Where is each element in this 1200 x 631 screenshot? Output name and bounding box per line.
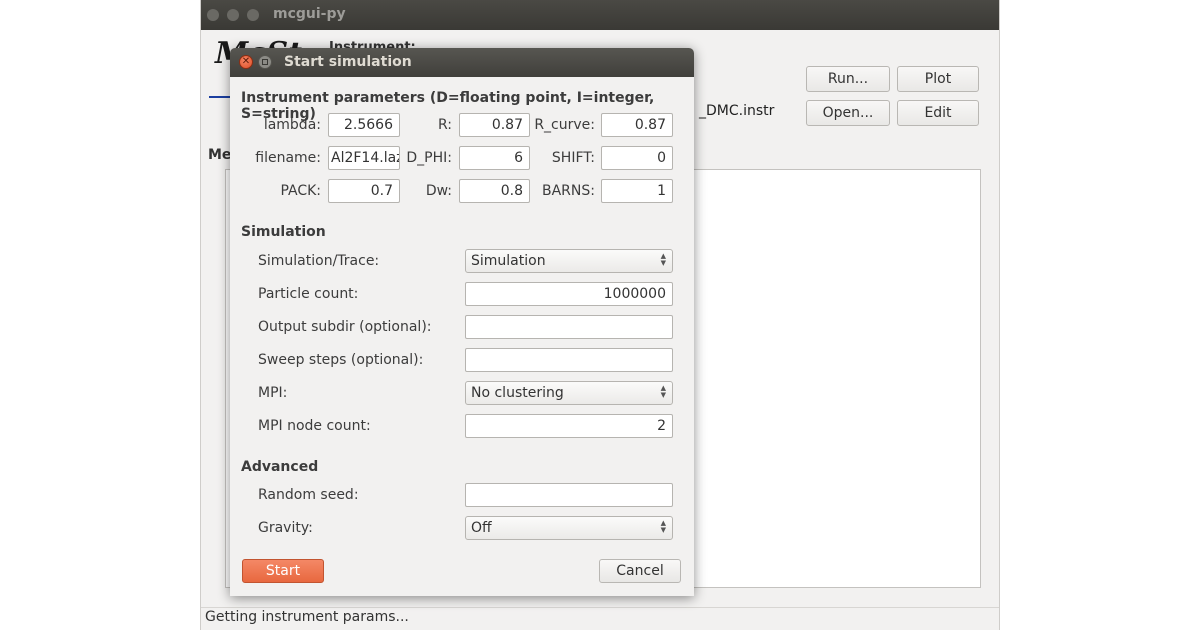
gravity-combo[interactable]: Off ▲ ▼ bbox=[465, 516, 673, 540]
param-label-r-curve: R_curve: bbox=[534, 117, 595, 133]
particle-count-label: Particle count: bbox=[258, 286, 359, 302]
instrument-file-name: _DMC.instr bbox=[699, 103, 775, 119]
minimize-icon[interactable] bbox=[227, 9, 239, 21]
output-subdir-input[interactable] bbox=[465, 315, 673, 339]
param-label-d-phi: D_PHI: bbox=[406, 150, 452, 166]
edit-button[interactable]: Edit bbox=[897, 100, 979, 126]
particle-count-input[interactable]: 1000000 bbox=[465, 282, 673, 306]
close-icon[interactable]: ✕ bbox=[239, 55, 253, 69]
mpi-node-count-label: MPI node count: bbox=[258, 418, 371, 434]
plot-button[interactable]: Plot bbox=[897, 66, 979, 92]
start-button[interactable]: Start bbox=[242, 559, 324, 583]
param-field-barns[interactable]: 1 bbox=[601, 179, 673, 203]
sim-trace-combo[interactable]: Simulation ▲ ▼ bbox=[465, 249, 673, 273]
param-label-filename: filename: bbox=[255, 150, 321, 166]
param-field-dw[interactable]: 0.8 bbox=[459, 179, 530, 203]
param-field-r[interactable]: 0.87 bbox=[459, 113, 530, 137]
param-label-dw: Dw: bbox=[425, 183, 452, 199]
maximize-icon[interactable] bbox=[258, 55, 272, 69]
param-field-lambda[interactable]: 2.5666 bbox=[328, 113, 400, 137]
param-label-r: R: bbox=[437, 117, 452, 133]
param-label-barns: BARNS: bbox=[542, 183, 595, 199]
gravity-label: Gravity: bbox=[258, 520, 313, 536]
random-seed-input[interactable] bbox=[465, 483, 673, 507]
param-field-pack[interactable]: 0.7 bbox=[328, 179, 400, 203]
param-field-shift[interactable]: 0 bbox=[601, 146, 673, 170]
param-label-shift: SHIFT: bbox=[551, 150, 595, 166]
dialog-title: Start simulation bbox=[284, 54, 412, 70]
advanced-header: Advanced bbox=[241, 459, 319, 475]
sweep-steps-label: Sweep steps (optional): bbox=[258, 352, 424, 368]
maximize-icon[interactable] bbox=[247, 9, 259, 21]
run-button[interactable]: Run... bbox=[806, 66, 890, 92]
param-field-d-phi[interactable]: 6 bbox=[459, 146, 530, 170]
spin-arrows-icon: ▲ ▼ bbox=[660, 384, 666, 399]
param-field-filename[interactable]: Al2F14.laz bbox=[328, 146, 400, 170]
close-icon[interactable] bbox=[207, 9, 219, 21]
mpi-label: MPI: bbox=[258, 385, 288, 401]
mpi-node-count-input[interactable]: 2 bbox=[465, 414, 673, 438]
simulation-header: Simulation bbox=[241, 224, 326, 240]
mpi-combo[interactable]: No clustering ▲ ▼ bbox=[465, 381, 673, 405]
main-window-title: mcgui-py bbox=[273, 6, 346, 22]
main-titlebar: mcgui-py bbox=[201, 0, 999, 30]
sim-trace-value: Simulation bbox=[471, 253, 546, 269]
start-simulation-dialog: ✕ Start simulation Instrument parameters… bbox=[230, 48, 694, 596]
mpi-value: No clustering bbox=[471, 385, 564, 401]
cancel-button[interactable]: Cancel bbox=[599, 559, 681, 583]
param-field-r-curve[interactable]: 0.87 bbox=[601, 113, 673, 137]
sim-trace-label: Simulation/Trace: bbox=[258, 253, 380, 269]
spin-arrows-icon: ▲ ▼ bbox=[660, 519, 666, 534]
sweep-steps-input[interactable] bbox=[465, 348, 673, 372]
param-label-pack: PACK: bbox=[280, 183, 321, 199]
dialog-titlebar: ✕ Start simulation bbox=[230, 48, 694, 77]
output-subdir-label: Output subdir (optional): bbox=[258, 319, 432, 335]
status-text: Getting instrument params... bbox=[205, 609, 409, 625]
param-label-lambda: lambda: bbox=[263, 117, 321, 133]
open-button[interactable]: Open... bbox=[806, 100, 890, 126]
spin-arrows-icon: ▲ ▼ bbox=[660, 252, 666, 267]
random-seed-label: Random seed: bbox=[258, 487, 359, 503]
gravity-value: Off bbox=[471, 520, 492, 536]
